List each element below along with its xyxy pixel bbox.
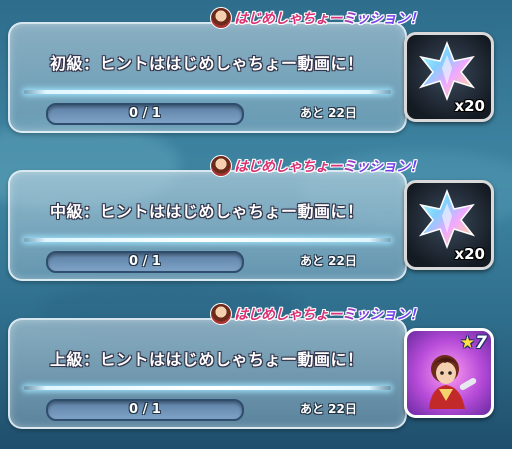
mission-title: 中級：ヒントははじめしゃちょー動画に！ (50, 202, 364, 221)
mission-title: 初級：ヒントははじめしゃちょー動画に！ (50, 54, 364, 73)
star-gem-icon (418, 189, 476, 249)
mission-banner: はじめしゃちょーミッション！ (210, 7, 424, 29)
progress-text: 0 / 1 (129, 106, 161, 121)
days-remaining: あと 22日 (300, 402, 357, 416)
mission-banner: はじめしゃちょーミッション！ (210, 303, 424, 325)
hajime-avatar-icon (210, 7, 232, 29)
mission-card-advanced[interactable]: 上級：ヒントははじめしゃちょー動画に！ 0 / 1 あと 22日 (8, 318, 407, 429)
mission-banner: はじめしゃちょーミッション！ (210, 155, 424, 177)
progress-text: 0 / 1 (129, 402, 161, 417)
hajime-avatar-icon (210, 155, 232, 177)
reward-quantity: x20 (454, 97, 485, 115)
banner-text: はじめしゃちょーミッション！ (234, 156, 424, 176)
banner-text: はじめしゃちょーミッション！ (234, 304, 424, 324)
progress-bar: 0 / 1 (46, 251, 244, 273)
rarity-label: ★7 (460, 333, 487, 353)
divider-glow (24, 386, 391, 390)
divider-glow (24, 238, 391, 242)
reward-character[interactable]: ★7 (404, 328, 494, 418)
banner-text: はじめしゃちょーミッション！ (234, 8, 424, 28)
rarity-value: 7 (475, 333, 487, 353)
progress-bar: 0 / 1 (46, 399, 244, 421)
days-remaining: あと 22日 (300, 106, 357, 120)
reward-star-gem[interactable]: x20 (404, 32, 494, 122)
mission-card-beginner[interactable]: 初級：ヒントははじめしゃちょー動画に！ 0 / 1 あと 22日 (8, 22, 407, 133)
divider-glow (24, 90, 391, 94)
reward-star-gem[interactable]: x20 (404, 180, 494, 270)
days-remaining: あと 22日 (300, 254, 357, 268)
progress-bar: 0 / 1 (46, 103, 244, 125)
mission-title: 上級：ヒントははじめしゃちょー動画に！ (50, 350, 364, 369)
hajime-avatar-icon (210, 303, 232, 325)
rarity-star-icon: ★ (459, 333, 476, 353)
mission-card-intermediate[interactable]: 中級：ヒントははじめしゃちょー動画に！ 0 / 1 あと 22日 (8, 170, 407, 281)
star-gem-icon (418, 41, 476, 101)
reward-quantity: x20 (454, 245, 485, 263)
progress-text: 0 / 1 (129, 254, 161, 269)
